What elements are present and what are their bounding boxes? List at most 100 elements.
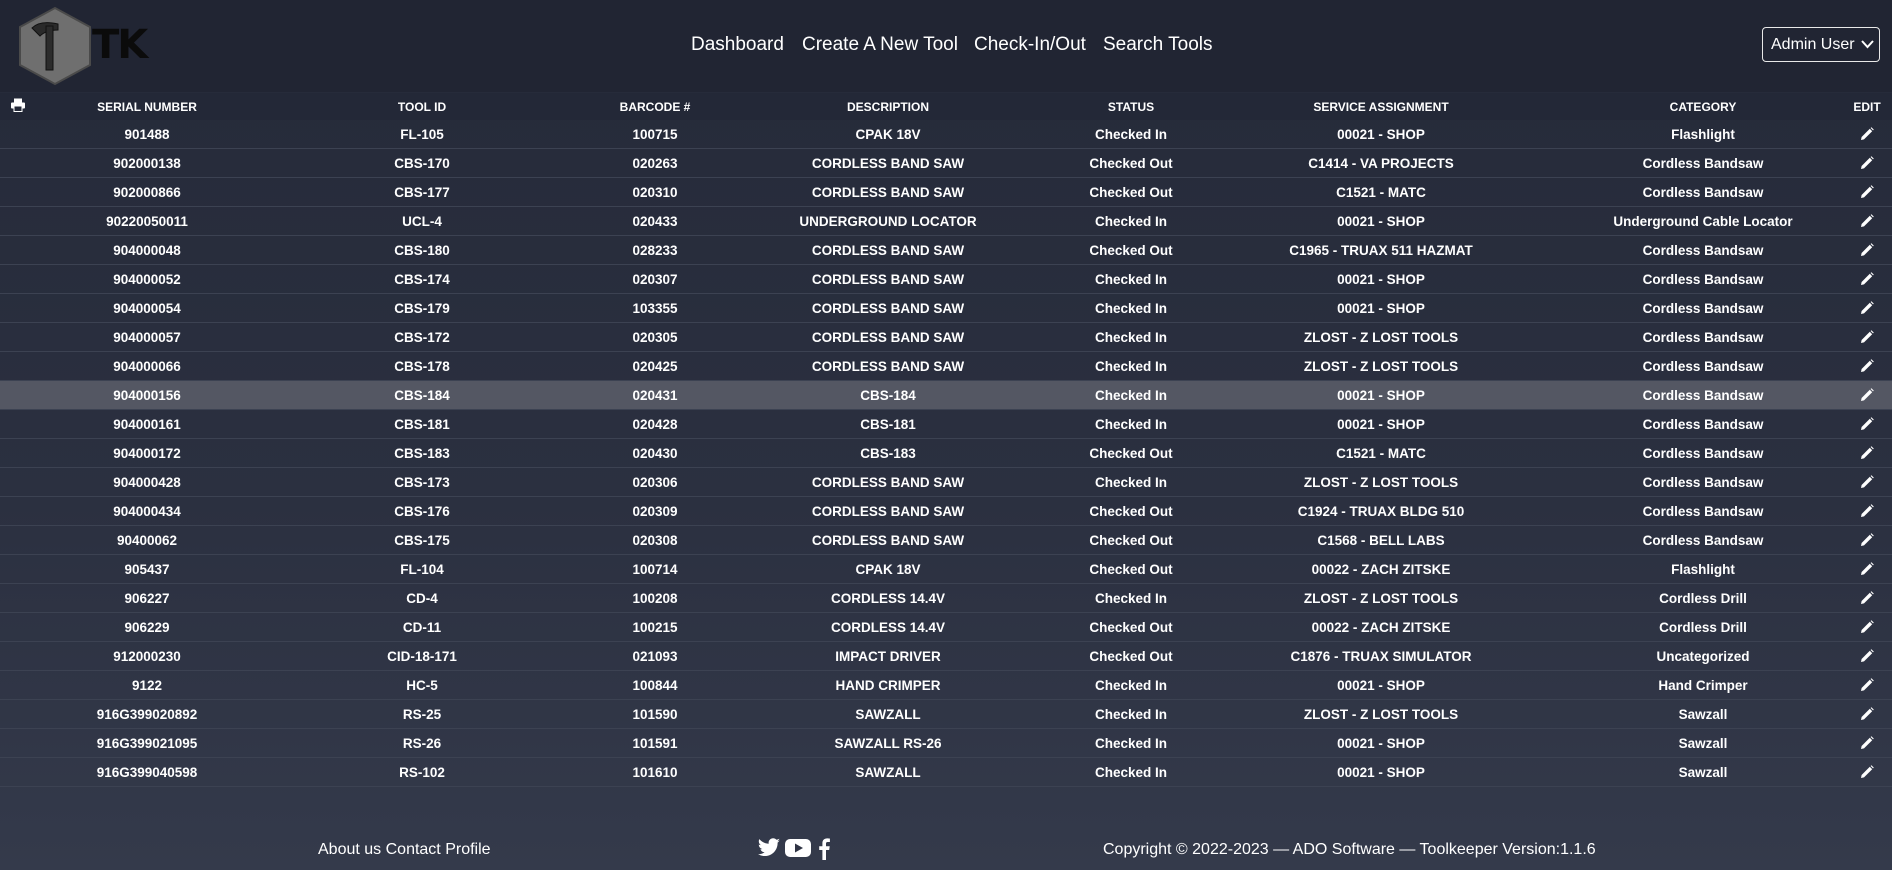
printer-icon[interactable]	[10, 98, 26, 112]
table-row[interactable]: 906227 CD-4 100208 CORDLESS 14.4V Checked In…	[0, 584, 1892, 613]
status-cell: Checked In	[1094, 388, 1168, 403]
status-cell: Checked Out	[1089, 620, 1173, 635]
description-cell: SAWZALL RS-26	[834, 736, 942, 751]
status-cell: Checked In	[1094, 678, 1168, 693]
nav-dashboard[interactable]: Dashboard	[691, 34, 784, 56]
category-cell: Hand Crimper	[1658, 678, 1748, 693]
nav-check-in-out[interactable]: Check-In/Out	[974, 34, 1086, 56]
category-cell: Cordless Bandsaw	[1642, 504, 1764, 519]
description-cell: CORDLESS BAND SAW	[811, 185, 965, 200]
table-row[interactable]: 904000057 CBS-172 020305 CORDLESS BAND SAW C…	[0, 323, 1892, 352]
col-category[interactable]: CATEGORY	[1670, 100, 1737, 114]
tool-id-cell: CBS-175	[394, 533, 450, 548]
table-row[interactable]: 916G399040598 RS-102 101610 SAWZALL Checked …	[0, 758, 1892, 787]
pencil-icon[interactable]	[1860, 475, 1874, 489]
table-row[interactable]: 904000066 CBS-178 020425 CORDLESS BAND SAW C…	[0, 352, 1892, 381]
pencil-icon[interactable]	[1860, 388, 1874, 402]
description-cell: CORDLESS BAND SAW	[811, 504, 965, 519]
description-cell: CORDLESS BAND SAW	[811, 330, 965, 345]
pencil-icon[interactable]	[1860, 620, 1874, 634]
footer-about-link[interactable]: About us	[318, 841, 381, 858]
pencil-icon[interactable]	[1860, 214, 1874, 228]
pencil-icon[interactable]	[1860, 243, 1874, 257]
barcode-cell: 020433	[632, 214, 678, 229]
barcode-cell: 020310	[632, 185, 678, 200]
table-row[interactable]: 90220050011 UCL-4 020433 UNDERGROUND LOCATO…	[0, 207, 1892, 236]
pencil-icon[interactable]	[1860, 591, 1874, 605]
status-cell: Checked Out	[1089, 243, 1173, 258]
tool-id-cell: CBS-179	[394, 301, 450, 316]
table-row[interactable]: 906229 CD-11 100215 CORDLESS 14.4V Checked O…	[0, 613, 1892, 642]
col-serial-number[interactable]: SERIAL NUMBER	[97, 100, 197, 114]
table-row[interactable]: 904000161 CBS-181 020428 CBS-181 Checked In 0…	[0, 410, 1892, 439]
tool-id-cell: CBS-170	[394, 156, 450, 171]
barcode-cell: 020431	[632, 388, 678, 403]
pencil-icon[interactable]	[1860, 533, 1874, 547]
table-row[interactable]: 916G399021095 RS-26 101591 SAWZALL RS-26 Che…	[0, 729, 1892, 758]
logo-hammer-icon[interactable]	[18, 6, 92, 86]
table-row[interactable]: 904000156 CBS-184 020431 CBS-184 Checked In 0…	[0, 381, 1892, 410]
serial-number-cell: 906227	[124, 591, 170, 606]
col-service-assignment[interactable]: SERVICE ASSIGNMENT	[1313, 100, 1448, 114]
youtube-icon[interactable]	[785, 838, 811, 858]
pencil-icon[interactable]	[1860, 649, 1874, 663]
pencil-icon[interactable]	[1860, 156, 1874, 170]
table-row[interactable]: 916G399020892 RS-25 101590 SAWZALL Checked I…	[0, 700, 1892, 729]
pencil-icon[interactable]	[1860, 562, 1874, 576]
category-cell: Cordless Bandsaw	[1642, 272, 1764, 287]
service-assignment-cell: 00021 - SHOP	[1337, 301, 1425, 316]
status-cell: Checked In	[1094, 765, 1168, 780]
table-row[interactable]: 912000230 CID-18-171 021093 IMPACT DRIVER Ch…	[0, 642, 1892, 671]
pencil-icon[interactable]	[1860, 504, 1874, 518]
description-cell: CPAK 18V	[855, 127, 921, 142]
table-row[interactable]: 904000052 CBS-174 020307 CORDLESS BAND SAW C…	[0, 265, 1892, 294]
serial-number-cell: 9122	[131, 678, 163, 693]
table-row[interactable]: 904000054 CBS-179 103355 CORDLESS BAND SAW C…	[0, 294, 1892, 323]
category-cell: Sawzall	[1678, 765, 1728, 780]
col-status[interactable]: STATUS	[1108, 100, 1154, 114]
table-row[interactable]: 9122 HC-5 100844 HAND CRIMPER Checked In 0002…	[0, 671, 1892, 700]
pencil-icon[interactable]	[1860, 127, 1874, 141]
pencil-icon[interactable]	[1860, 707, 1874, 721]
table-row[interactable]: 904000048 CBS-180 028233 CORDLESS BAND SAW C…	[0, 236, 1892, 265]
pencil-icon[interactable]	[1860, 185, 1874, 199]
table-row[interactable]: 904000172 CBS-183 020430 CBS-183 Checked Out…	[0, 439, 1892, 468]
table-row[interactable]: 902000138 CBS-170 020263 CORDLESS BAND SAW C…	[0, 149, 1892, 178]
description-cell: CORDLESS BAND SAW	[811, 301, 965, 316]
status-cell: Checked In	[1094, 417, 1168, 432]
service-assignment-cell: 00021 - SHOP	[1337, 678, 1425, 693]
pencil-icon[interactable]	[1860, 417, 1874, 431]
table-row[interactable]: 90400062 CBS-175 020308 CORDLESS BAND SAW Ch…	[0, 526, 1892, 555]
footer-profile-link[interactable]: Profile	[445, 841, 490, 858]
col-barcode[interactable]: BARCODE #	[620, 100, 691, 114]
pencil-icon[interactable]	[1860, 446, 1874, 460]
col-description[interactable]: DESCRIPTION	[847, 100, 929, 114]
facebook-icon[interactable]	[818, 838, 830, 860]
pencil-icon[interactable]	[1860, 765, 1874, 779]
category-cell: Flashlight	[1671, 127, 1735, 142]
table-row[interactable]: 902000866 CBS-177 020310 CORDLESS BAND SAW C…	[0, 178, 1892, 207]
pencil-icon[interactable]	[1860, 330, 1874, 344]
status-cell: Checked Out	[1089, 562, 1173, 577]
copyright-text: Copyright © 2022-2023 — ADO Software — T…	[1103, 841, 1596, 858]
col-tool-id[interactable]: TOOL ID	[398, 100, 446, 114]
pencil-icon[interactable]	[1860, 678, 1874, 692]
user-menu-button[interactable]: Admin User	[1762, 27, 1880, 62]
table-row[interactable]: 905437 FL-104 100714 CPAK 18V Checked Out 000…	[0, 555, 1892, 584]
twitter-icon[interactable]	[757, 838, 781, 858]
table-row[interactable]: 901488 FL-105 100715 CPAK 18V Checked In 0002…	[0, 120, 1892, 149]
footer-contact-link[interactable]: Contact	[386, 841, 441, 858]
nav-search-tools[interactable]: Search Tools	[1103, 34, 1213, 56]
table-row[interactable]: 904000434 CBS-176 020309 CORDLESS BAND SAW C…	[0, 497, 1892, 526]
service-assignment-cell: ZLOST - Z LOST TOOLS	[1303, 475, 1459, 490]
nav-create-tool[interactable]: Create A New Tool	[802, 34, 958, 56]
pencil-icon[interactable]	[1860, 736, 1874, 750]
category-cell: Underground Cable Locator	[1613, 214, 1793, 229]
table-row[interactable]: 904000428 CBS-173 020306 CORDLESS BAND SAW C…	[0, 468, 1892, 497]
tool-id-cell: FL-105	[400, 127, 444, 142]
pencil-icon[interactable]	[1860, 359, 1874, 373]
serial-number-cell: 904000048	[113, 243, 181, 258]
pencil-icon[interactable]	[1860, 272, 1874, 286]
pencil-icon[interactable]	[1860, 301, 1874, 315]
tool-id-cell: CBS-177	[394, 185, 450, 200]
